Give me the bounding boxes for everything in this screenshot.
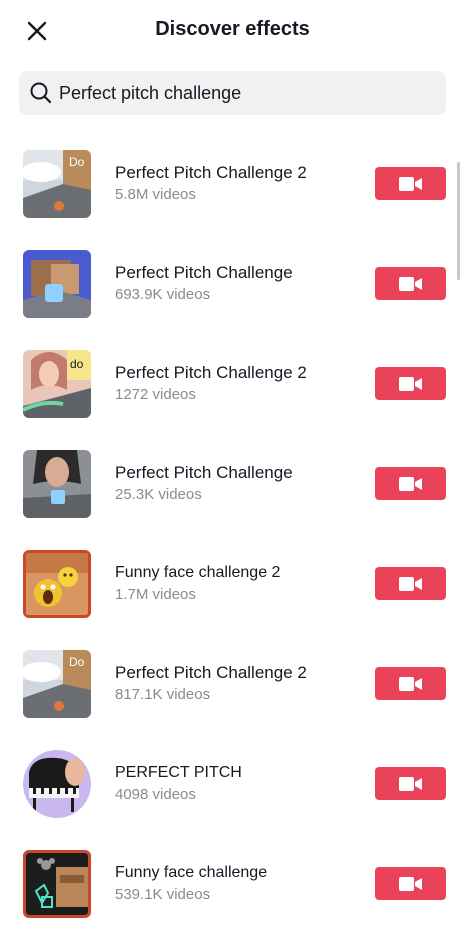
video-count: 539.1K videos [115,886,211,903]
effect-item[interactable]: Funny face challenge 2 1.7M videos [0,533,465,633]
search-bar[interactable] [19,71,446,115]
record-button[interactable] [375,367,446,400]
video-count: 5.8M videos [115,186,196,203]
video-count: 693.9K videos [115,286,211,303]
effect-thumbnail [23,850,91,918]
video-camera-icon [398,276,422,291]
video-camera-icon [398,876,422,891]
effect-item[interactable]: Funny face challenge 539.1K videos [0,833,465,933]
video-count: 1272 videos [115,386,196,403]
video-camera-icon [398,576,422,591]
effect-name: Perfect Pitch Challenge 2 [115,663,307,682]
effect-thumbnail [23,750,91,818]
header: Discover effects [0,0,465,62]
search-icon [30,82,52,104]
effect-item[interactable]: PERFECT PITCH 4098 videos [0,733,465,833]
video-camera-icon [398,776,422,791]
effect-name: Perfect Pitch Challenge [115,463,293,482]
video-count: 817.1K videos [115,686,211,703]
effect-item[interactable]: do Perfect Pitch Challenge 2 1272 videos [0,333,465,433]
thumb-label: Do [69,155,85,169]
effect-thumbnail: Do [23,650,91,718]
effect-name: Perfect Pitch Challenge 2 [115,163,307,182]
record-button[interactable] [375,867,446,900]
effect-thumbnail [23,450,91,518]
record-button[interactable] [375,167,446,200]
page-title: Discover effects [155,18,310,40]
video-count: 1.7M videos [115,586,196,603]
effect-item[interactable]: Do Perfect Pitch Challenge 2 5.8M videos [0,133,465,233]
effect-thumbnail [23,550,91,618]
scrollbar[interactable] [457,162,460,280]
effect-name: Funny face challenge [115,864,268,881]
video-count: 4098 videos [115,786,196,803]
effect-item[interactable]: Perfect Pitch Challenge 693.9K videos [0,233,465,333]
effect-item[interactable]: Do Perfect Pitch Challenge 2 817.1K vide… [0,633,465,733]
video-camera-icon [398,376,422,391]
record-button[interactable] [375,567,446,600]
effect-name: Perfect Pitch Challenge 2 [115,363,307,382]
video-count: 25.3K videos [115,486,202,503]
effect-name: Funny face challenge 2 [115,564,281,581]
thumb-label: do [70,357,84,371]
record-button[interactable] [375,267,446,300]
effect-name: PERFECT PITCH [115,764,242,781]
effect-thumbnail: Do [23,150,91,218]
record-button[interactable] [375,767,446,800]
effect-name: Perfect Pitch Challenge [115,263,293,282]
thumb-label: Do [69,655,85,669]
effect-item[interactable]: Perfect Pitch Challenge 25.3K videos [0,433,465,533]
record-button[interactable] [375,667,446,700]
video-camera-icon [398,176,422,191]
effects-list: Do Perfect Pitch Challenge 2 5.8M videos [0,133,465,933]
effect-thumbnail [23,250,91,318]
record-button[interactable] [375,467,446,500]
video-camera-icon [398,676,422,691]
effect-thumbnail: do [23,350,91,418]
video-camera-icon [398,476,422,491]
search-input[interactable] [59,82,419,104]
